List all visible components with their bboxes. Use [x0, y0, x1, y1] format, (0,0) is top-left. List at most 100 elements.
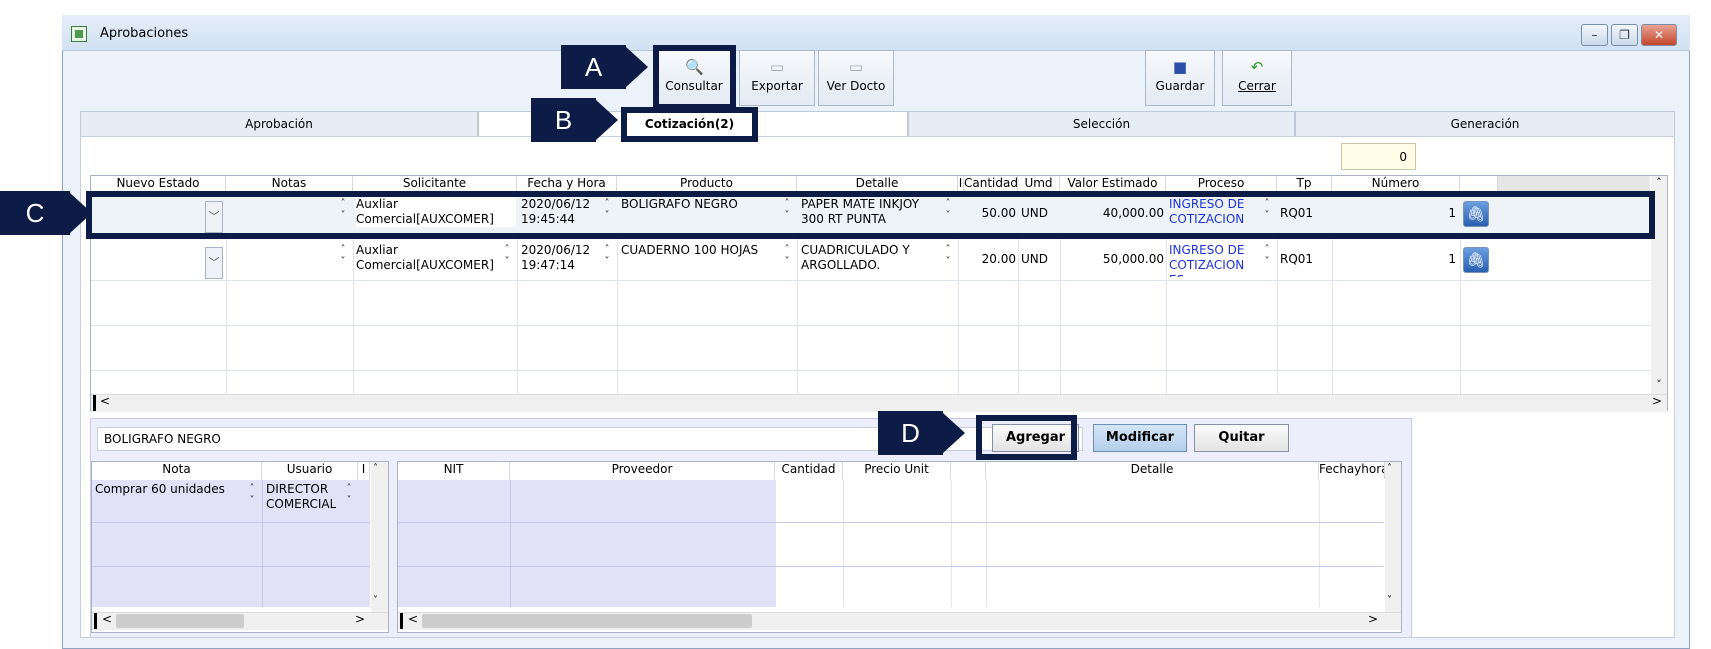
tab-cotizacion-label: Cotización(2)	[621, 107, 758, 142]
highlight-c	[86, 191, 1655, 239]
grid-line	[91, 325, 1651, 326]
scroll-down-icon[interactable]: ˅	[1652, 378, 1666, 391]
estado-dropdown-icon[interactable]: ﹀	[205, 247, 223, 279]
grid-line	[398, 522, 1384, 523]
detalle-scroll-icon[interactable]: ˄ ˅	[942, 244, 954, 268]
callout-d-arrow	[943, 413, 965, 453]
export-icon: ▭	[769, 58, 785, 76]
header-fechayhora[interactable]: Fechayhora	[1319, 462, 1385, 479]
umd-cell: UND	[1021, 252, 1048, 266]
scroll-thumb[interactable]	[422, 614, 752, 628]
exportar-label: Exportar	[751, 79, 803, 93]
tp-cell: RQ01	[1280, 252, 1314, 266]
header-precio-unit[interactable]: Precio Unit	[843, 462, 951, 479]
highlight-d	[976, 415, 1077, 460]
usuario-line-1: DIRECTOR	[266, 482, 329, 496]
tab-aprobacion[interactable]: Aprobación	[80, 111, 478, 137]
callout-a-arrow	[626, 47, 648, 87]
quitar-button[interactable]: Quitar	[1194, 424, 1289, 452]
grid-line	[398, 566, 1384, 567]
save-icon: ■	[1172, 58, 1188, 76]
header-i-notes[interactable]: I	[358, 462, 370, 479]
grid-line	[91, 280, 1651, 281]
detalle-line-1: CUADRICULADO Y	[801, 243, 910, 257]
grid-line	[1319, 480, 1320, 607]
tab-generacion[interactable]: Generación	[1295, 111, 1675, 137]
scroll-up-icon[interactable]: ˄	[373, 463, 378, 474]
callout-c-arrow	[70, 193, 92, 233]
exportar-button[interactable]: ▭ Exportar	[739, 50, 815, 106]
header-cantidad-prov[interactable]: Cantidad	[775, 462, 843, 479]
header-nota[interactable]: Nota	[92, 462, 262, 479]
nota-scroll-icon[interactable]: ˄ ˅	[246, 483, 258, 507]
modificar-button[interactable]: Modificar	[1093, 424, 1187, 452]
proceso-scroll-icon[interactable]: ˄ ˅	[1261, 244, 1273, 268]
header-nit[interactable]: NIT	[398, 462, 510, 479]
grid-line	[843, 480, 844, 607]
horizontal-scrollbar[interactable]	[91, 394, 1667, 412]
providers-vertical-scrollbar[interactable]	[1385, 462, 1401, 612]
scroll-right-icon[interactable]: >	[355, 612, 365, 626]
callout-d: D	[878, 411, 943, 455]
fecha-line-1: 2020/06/12	[521, 243, 591, 257]
document-icon: ▭	[848, 58, 864, 76]
usuario-cell: DIRECTOR COMERCIAL	[266, 482, 336, 512]
notes-vertical-scrollbar[interactable]	[371, 462, 388, 612]
scroll-up-icon[interactable]: ˄	[1652, 176, 1666, 189]
nota-cell: Comprar 60 unidades	[95, 482, 225, 496]
notas-scroll-icon[interactable]: ˄ ˅	[337, 244, 349, 268]
callout-b: B	[531, 98, 596, 142]
header-proveedor[interactable]: Proveedor	[510, 462, 775, 479]
producto-cell: CUADERNO 100 HOJAS	[621, 243, 759, 257]
tab-seleccion[interactable]: Selección	[908, 111, 1295, 137]
restore-icon[interactable]: ❐	[1611, 24, 1638, 46]
scroll-right-icon[interactable]: >	[1368, 612, 1378, 626]
proceso-line-3: ES	[1169, 273, 1244, 277]
grid-line	[951, 480, 952, 607]
grid-line	[262, 480, 263, 607]
cantidad-cell: 20.00	[981, 252, 1016, 266]
fecha-line-2: 19:47:14	[521, 258, 575, 272]
header-blank	[951, 462, 986, 479]
solicitante-scroll-icon[interactable]: ˄ ˅	[501, 244, 513, 268]
valor-cell: 50,000.00	[1102, 252, 1164, 266]
scroll-down-icon[interactable]: ˅	[1387, 595, 1392, 606]
numero-cell: 1	[1448, 252, 1456, 266]
close-icon[interactable]: ✕	[1641, 24, 1677, 46]
detalle-cell: CUADRICULADO Y ARGOLLADO.	[801, 243, 910, 273]
window-title: Aprobaciones	[100, 26, 189, 41]
cerrar-button[interactable]: ↶ Cerrar	[1222, 50, 1292, 106]
scroll-left-icon[interactable]: <	[102, 612, 112, 626]
callout-c: C	[0, 191, 70, 235]
proceso-line-1: INGRESO DE	[1169, 243, 1245, 257]
grid-line	[91, 370, 1651, 371]
scroll-up-icon[interactable]: ˄	[1387, 463, 1392, 474]
scroll-right-icon[interactable]: >	[1652, 394, 1662, 408]
callout-a: A	[561, 45, 626, 89]
guardar-button[interactable]: ■ Guardar	[1145, 50, 1215, 106]
usuario-line-2: COMERCIAL	[266, 497, 337, 511]
header-detalle-prov[interactable]: Detalle	[986, 462, 1319, 479]
ver-docto-button[interactable]: ▭ Ver Docto	[818, 50, 894, 106]
producto-scroll-icon[interactable]: ˄ ˅	[781, 244, 793, 268]
grid-line	[775, 480, 776, 607]
title-bar	[62, 15, 1690, 51]
grid-line	[986, 480, 987, 607]
counter-field: 0	[1341, 143, 1416, 170]
proceso-line-2: COTIZACION	[1169, 258, 1245, 272]
scroll-left-icon[interactable]: <	[100, 394, 110, 408]
usuario-scroll-icon[interactable]: ˄ ˅	[343, 483, 355, 507]
scroll-marker	[93, 395, 96, 411]
fecha-cell: 2020/06/12 19:47:14	[521, 243, 590, 273]
minimize-icon[interactable]: –	[1581, 24, 1608, 46]
highlight-a	[653, 45, 736, 110]
scroll-down-icon[interactable]: ˅	[373, 595, 378, 606]
header-usuario[interactable]: Usuario	[262, 462, 358, 479]
scroll-thumb[interactable]	[116, 614, 244, 628]
callout-b-arrow	[596, 100, 618, 140]
grid-line	[510, 480, 511, 607]
scroll-left-icon[interactable]: <	[408, 612, 418, 626]
attachment-icon[interactable]: 🖇	[1463, 247, 1489, 273]
solicitante-line-2: Comercial[AUXCOMER]	[356, 258, 494, 272]
fecha-scroll-icon[interactable]: ˄ ˅	[601, 244, 613, 268]
